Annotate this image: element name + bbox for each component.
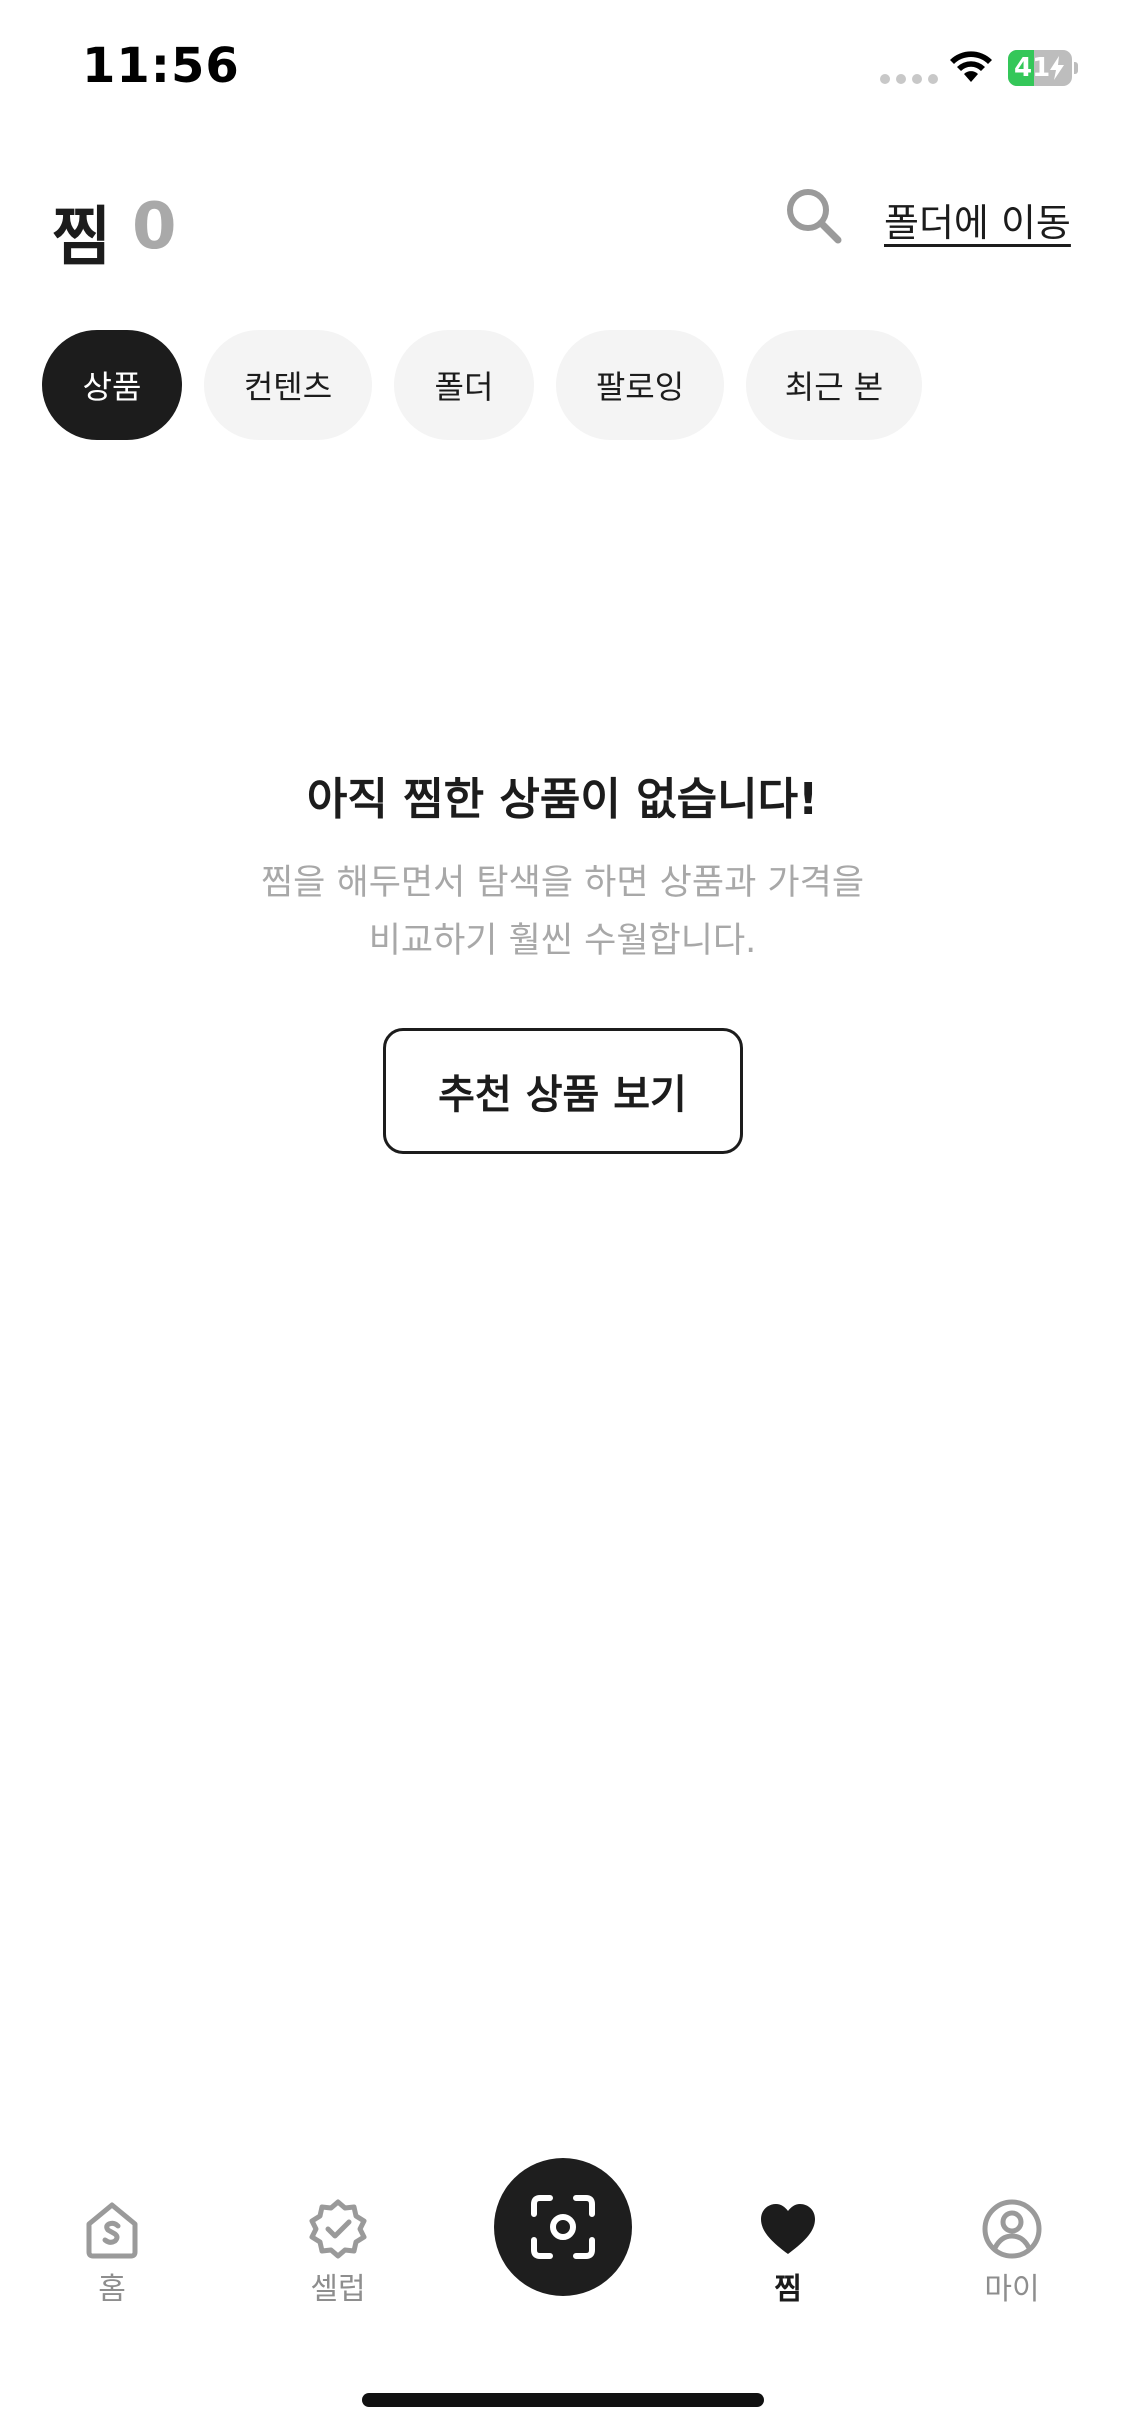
- tab-folders[interactable]: 폴더: [394, 330, 534, 440]
- user-icon: [982, 2199, 1042, 2259]
- battery-indicator: 41: [1008, 50, 1078, 86]
- folder-move-link[interactable]: 폴더에 이동: [884, 192, 1071, 247]
- heart-icon: [761, 2204, 815, 2254]
- page-header: 찜 0 폴더에 이동: [0, 170, 1125, 280]
- wishlist-count: 0: [132, 190, 177, 264]
- nav-wishlist[interactable]: 찜: [708, 2150, 868, 2307]
- home-indicator[interactable]: [362, 2393, 764, 2407]
- empty-state-description-line1: 찜을 해두면서 탐색을 하면 상품과 가격을: [260, 863, 865, 903]
- nav-my[interactable]: 마이: [932, 2150, 1092, 2307]
- wifi-icon: [950, 51, 992, 82]
- search-icon[interactable]: [782, 184, 844, 246]
- status-bar: 11:56 41: [0, 0, 1125, 140]
- page-title: 찜: [52, 201, 111, 275]
- recommended-products-button[interactable]: 추천 상품 보기: [382, 1028, 743, 1154]
- bottom-nav: 홈 셀럽 찜 마이: [0, 2150, 1125, 2350]
- tab-contents[interactable]: 컨텐츠: [204, 330, 372, 440]
- nav-home[interactable]: 홈: [32, 2150, 192, 2307]
- nav-celeb-label: 셀럽: [310, 2272, 366, 2307]
- empty-state-title: 아직 찜한 상품이 없습니다!: [306, 774, 819, 825]
- charging-bolt-icon: [1050, 56, 1064, 80]
- empty-state-description-line2: 비교하기 훨씬 수월합니다.: [368, 921, 757, 961]
- nav-home-label: 홈: [98, 2272, 126, 2307]
- empty-state-description: 찜을 해두면서 탐색을 하면 상품과 가격을 비교하기 훨씬 수월합니다.: [0, 854, 1125, 970]
- verified-badge-icon: [309, 2199, 367, 2259]
- tab-recently-viewed[interactable]: 최근 본: [746, 330, 922, 440]
- tab-following[interactable]: 팔로잉: [556, 330, 724, 440]
- camera-scan-button[interactable]: [494, 2158, 632, 2296]
- camera-scan-icon: [531, 2195, 595, 2259]
- tab-products[interactable]: 상품: [42, 330, 182, 440]
- empty-state: 아직 찜한 상품이 없습니다! 찜을 해두면서 탐색을 하면 상품과 가격을 비…: [0, 760, 1125, 1154]
- nav-celeb[interactable]: 셀럽: [258, 2150, 418, 2307]
- nav-my-label: 마이: [984, 2272, 1040, 2307]
- filter-tabs: 상품 컨텐츠 폴더 팔로잉 최근 본: [42, 330, 922, 440]
- status-time: 11:56: [82, 38, 240, 94]
- cellular-signal-icon: [880, 74, 938, 84]
- home-icon: [86, 2202, 138, 2259]
- nav-wishlist-label: 찜: [774, 2272, 802, 2307]
